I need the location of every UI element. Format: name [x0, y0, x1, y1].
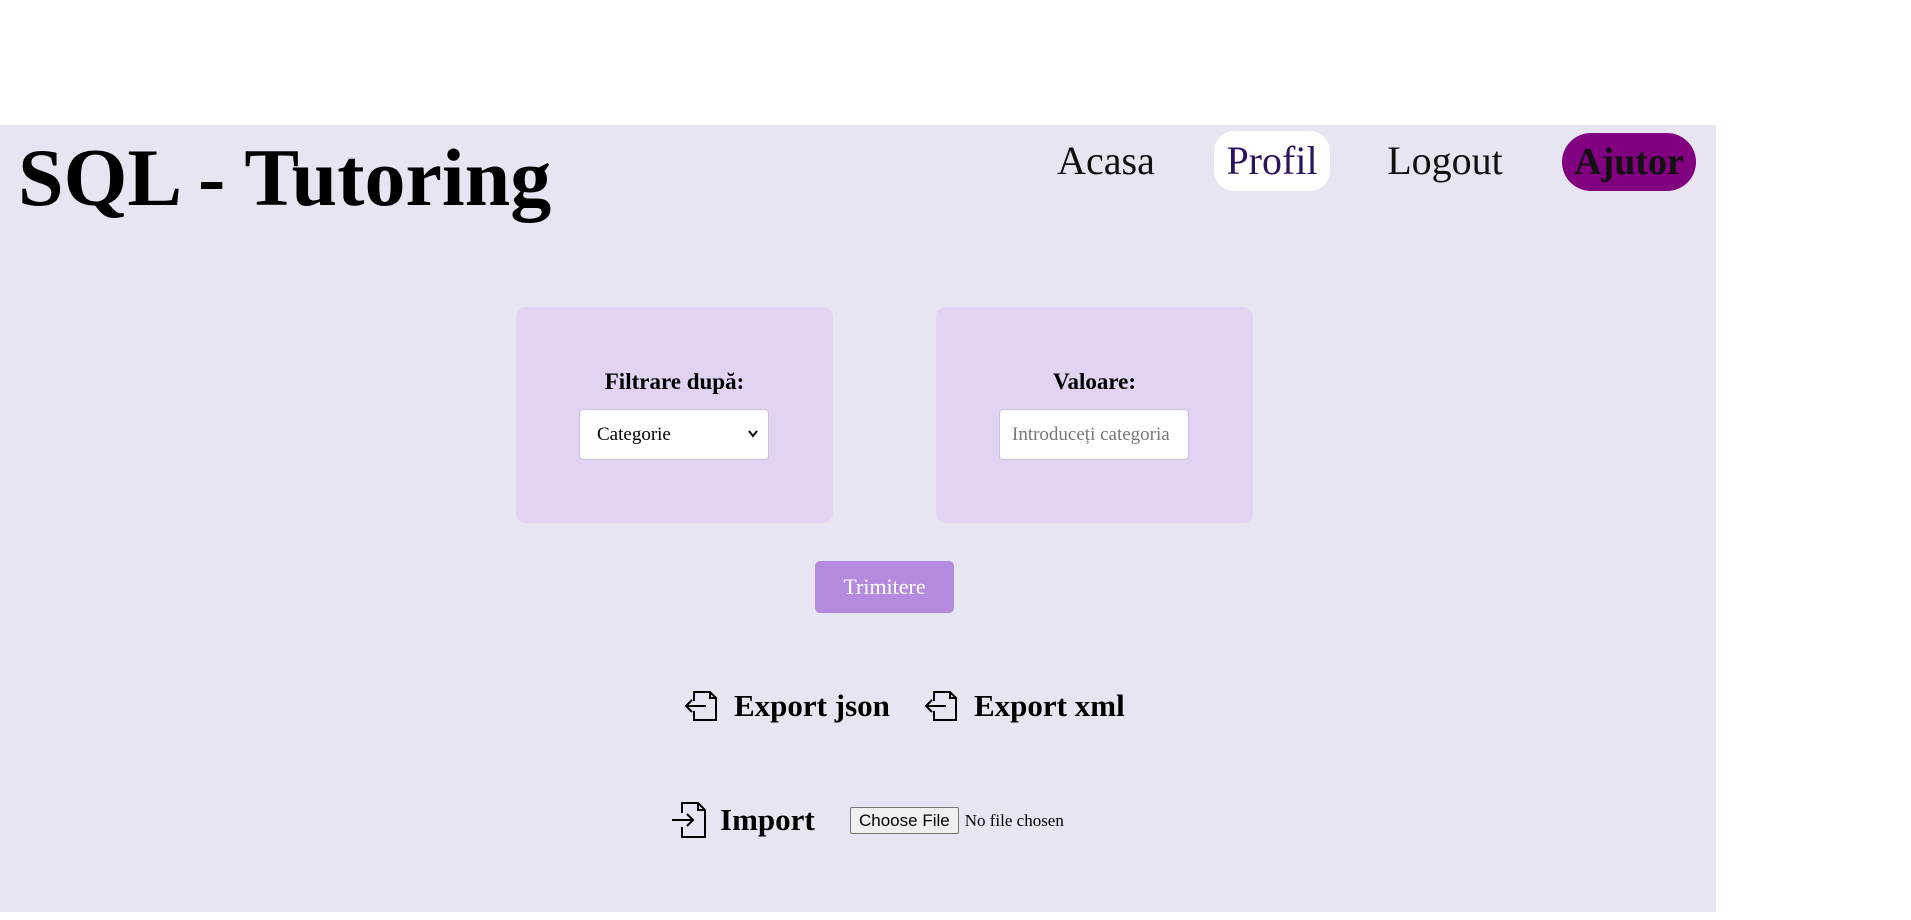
nav-profil[interactable]: Profil [1214, 131, 1330, 191]
file-status: No file chosen [964, 810, 1064, 830]
value-input[interactable] [999, 409, 1189, 460]
export-xml-button[interactable]: Export xml [924, 688, 1125, 724]
choose-file-button[interactable]: Choose File [850, 807, 959, 834]
import-icon [672, 802, 706, 838]
filter-label: Filtrare după: [604, 369, 745, 394]
submit-button[interactable]: Trimitere [815, 561, 954, 613]
value-label: Valoare: [1052, 369, 1137, 394]
export-xml-label: Export xml [974, 688, 1125, 723]
app-container: SQL - Tutoring Acasa Profil Logout Ajuto… [0, 125, 1716, 912]
nav-acasa[interactable]: Acasa [1045, 131, 1167, 191]
file-picker: Choose File No file chosen [850, 807, 1064, 834]
export-json-label: Export json [734, 688, 890, 723]
export-icon [924, 691, 957, 721]
import-label: Import [720, 802, 815, 837]
import-button[interactable]: Import [670, 800, 815, 840]
top-nav: Acasa Profil Logout Ajutor [0, 131, 1716, 191]
export-json-button[interactable]: Export json [684, 688, 890, 724]
chevron-down-icon [747, 410, 759, 480]
filter-card: Filtrare după: Categorie [516, 307, 833, 523]
export-icon [684, 691, 717, 721]
filter-select[interactable]: Categorie [579, 409, 769, 460]
filter-select-value: Categorie [597, 424, 671, 445]
nav-logout[interactable]: Logout [1380, 131, 1510, 191]
value-card: Valoare: [936, 307, 1253, 523]
nav-ajutor[interactable]: Ajutor [1562, 133, 1696, 191]
